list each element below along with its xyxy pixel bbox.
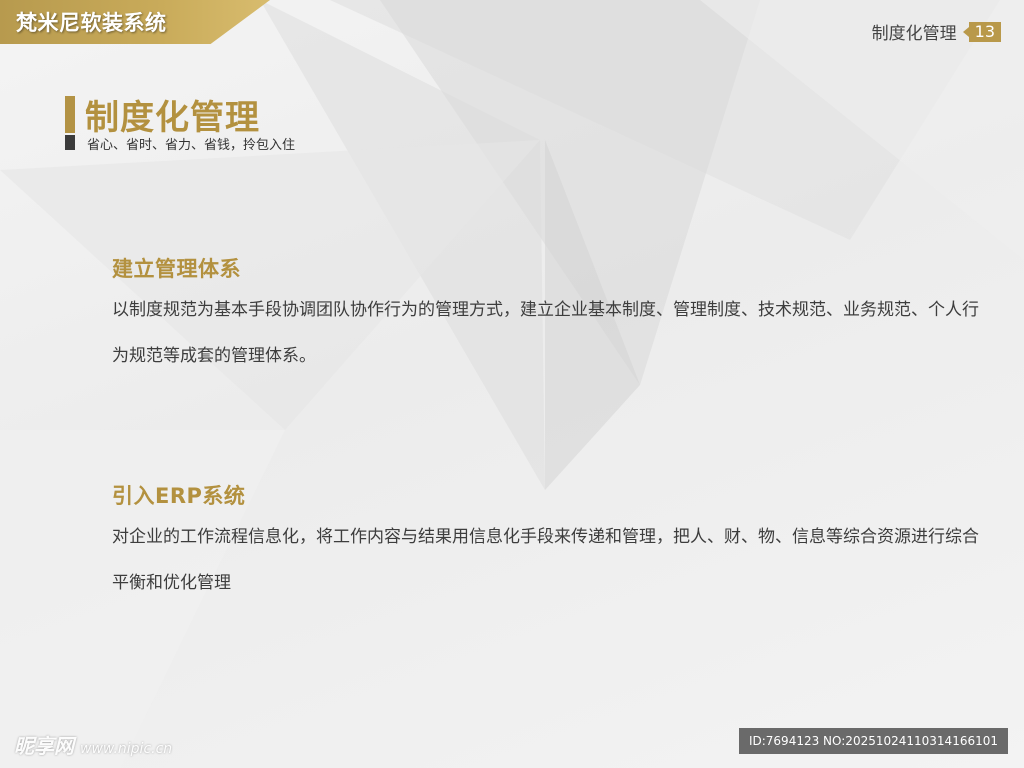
header-section-indicator: 制度化管理 13	[872, 19, 1001, 44]
section-management-system: 建立管理体系 以制度规范为基本手段协调团队协作行为的管理方式，建立企业基本制度、…	[112, 253, 982, 379]
section-heading: 引入ERP系统	[112, 484, 246, 508]
section-heading: 建立管理体系	[112, 257, 241, 281]
section-erp-system: 引入ERP系统 对企业的工作流程信息化，将工作内容与结果用信息化手段来传递和管理…	[112, 480, 982, 606]
subtitle-accent-bar	[65, 135, 75, 150]
section-label: 制度化管理	[871, 24, 957, 44]
brand-name: 梵米尼软装系统	[16, 11, 167, 35]
image-id-badge: ID:7694123 NO:20251024110314166101	[738, 728, 1008, 754]
title-accent-bar	[65, 96, 75, 133]
watermark-site-name: 昵享网	[14, 734, 74, 758]
section-body: 以制度规范为基本手段协调团队协作行为的管理方式，建立企业基本制度、管理制度、技术…	[112, 300, 979, 366]
watermark-site-url: www.nipic.cn	[80, 741, 173, 757]
page-number: 13	[968, 21, 1001, 42]
site-watermark: 昵享网 www.nipic.cn	[14, 730, 172, 759]
page-title: 制度化管理	[85, 98, 260, 138]
page-subtitle: 省心、省时、省力、省钱，拎包入住	[87, 138, 296, 153]
section-body: 对企业的工作流程信息化，将工作内容与结果用信息化手段来传递和管理，把人、财、物、…	[112, 527, 979, 593]
